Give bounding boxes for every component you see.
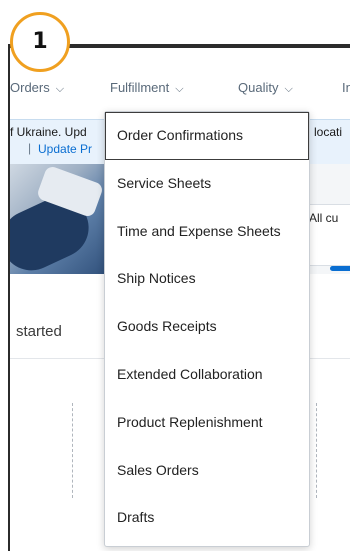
menu-item-ship-notices[interactable]: Ship Notices [105, 255, 309, 303]
nav-orders[interactable]: Orders ⌵ [10, 80, 64, 96]
menu-item-order-confirmations[interactable]: Order Confirmations [105, 112, 309, 160]
menu-item-time-and-expense-sheets[interactable]: Time and Expense Sheets [105, 208, 309, 256]
chevron-down-icon: ⌵ [55, 83, 65, 95]
nav-orders-label: Orders [10, 80, 50, 95]
menu-item-product-replenishment[interactable]: Product Replenishment [105, 399, 309, 447]
nav-more[interactable]: In [342, 80, 350, 95]
nav-more-label: In [342, 80, 350, 95]
menu-item-sales-orders[interactable]: Sales Orders [105, 447, 309, 495]
step-number: 1 [32, 29, 48, 54]
menu-item-service-sheets[interactable]: Service Sheets [105, 160, 309, 208]
chevron-down-icon: ⌵ [175, 83, 184, 95]
nav-fulfillment-label: Fulfillment [110, 80, 170, 95]
nav-quality[interactable]: Quality ⌵ [238, 80, 293, 96]
banner-message-right: locati [314, 125, 343, 139]
banner-message: f Ukraine. Upd [10, 125, 87, 139]
banner-separator: | [28, 141, 32, 155]
hero-image [10, 164, 110, 274]
top-navigation: Orders ⌵ Fulfillment ⌵ Quality ⌵ In [10, 70, 350, 106]
menu-item-goods-receipts[interactable]: Goods Receipts [105, 303, 309, 351]
dashed-divider [316, 403, 317, 498]
fulfillment-dropdown-menu: Order Confirmations Service Sheets Time … [104, 111, 310, 547]
hero-progress-bar [330, 266, 350, 271]
dashed-divider [72, 403, 73, 498]
getting-started-heading: started [16, 323, 62, 340]
menu-item-extended-collaboration[interactable]: Extended Collaboration [105, 351, 309, 399]
menu-item-drafts[interactable]: Drafts [105, 494, 309, 542]
hero-card-label: All cu [309, 211, 339, 225]
nav-quality-label: Quality [238, 80, 279, 95]
step-number-badge: 1 [10, 12, 70, 72]
nav-fulfillment[interactable]: Fulfillment ⌵ [110, 80, 184, 96]
chevron-down-icon: ⌵ [284, 83, 293, 95]
banner-update-link[interactable]: Update Pr [38, 142, 92, 156]
